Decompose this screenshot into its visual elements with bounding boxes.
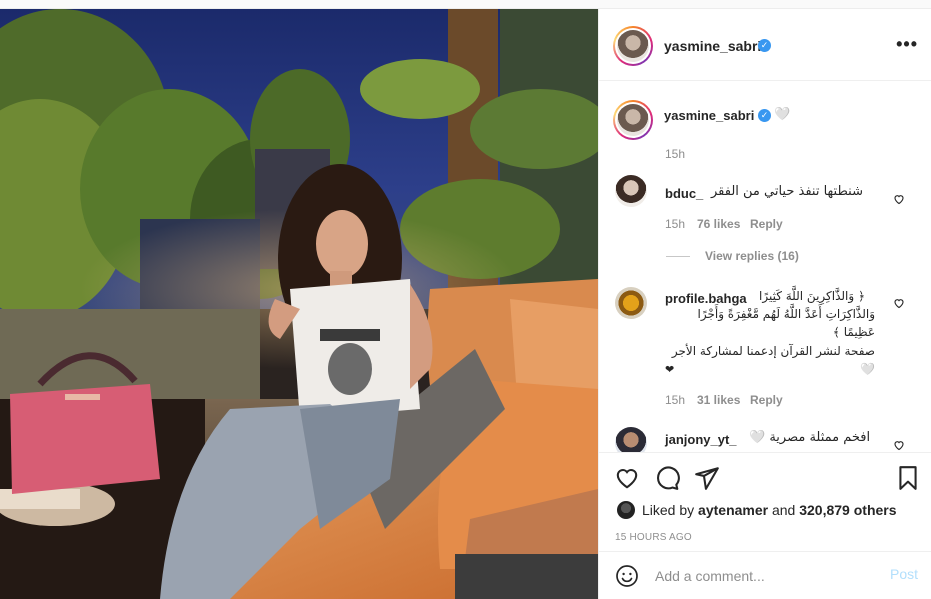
comment-text-line1: ﴿ وَالذَّاكِرِينَ اللَّهَ كَثِيرًا: [759, 289, 866, 303]
comment-text-line3: صفحة لنشر القرآن إدعمنا لمشاركة الأجر 🤍: [671, 344, 875, 376]
caption-username[interactable]: yasmine_sabri: [664, 108, 754, 123]
caption-text: 🤍: [774, 107, 791, 122]
comment-text-line2: وَالذَّاكِرَاتِ أَعَدَّ اللَّهُ لَهُم مَ…: [697, 307, 875, 339]
comment-input[interactable]: [655, 565, 875, 587]
likes-and: and: [771, 502, 796, 518]
photo-illustration: [0, 9, 598, 599]
post-actions: Liked by aytenamer and 320,879 others 15…: [599, 452, 931, 599]
post-side-panel: yasmine_sabri ✓ ••• yasmine_sabri ✓ 🤍 15…: [598, 9, 931, 599]
caption-avatar[interactable]: [613, 100, 653, 140]
post-photo[interactable]: [0, 9, 598, 599]
comment-text: شنطتها تنفذ حياتي من الفقر: [711, 184, 863, 199]
reply-button[interactable]: Reply: [750, 217, 783, 231]
comment-like-heart-icon[interactable]: [893, 439, 905, 451]
top-bar: [0, 0, 931, 9]
caption-time[interactable]: 15h: [665, 147, 685, 161]
author-avatar[interactable]: [613, 26, 653, 66]
heart-icon[interactable]: [614, 465, 640, 491]
commenter-avatar[interactable]: [615, 175, 647, 207]
post-header: yasmine_sabri ✓ •••: [599, 9, 931, 81]
share-icon[interactable]: [694, 465, 720, 491]
post-time-ago[interactable]: 15 HOURS AGO: [615, 532, 692, 543]
comment-username[interactable]: profile.bahga: [665, 291, 747, 306]
verified-badge-icon: ✓: [758, 109, 771, 122]
comment-time[interactable]: 15h: [665, 217, 685, 231]
comment-text: افخم ممثلة مصرية 🤍: [749, 430, 871, 445]
comment-time[interactable]: 15h: [665, 393, 685, 407]
liker-username[interactable]: aytenamer: [698, 502, 768, 518]
comment-username[interactable]: bduc_: [665, 186, 703, 201]
commenter-avatar[interactable]: [615, 427, 647, 452]
more-options-icon[interactable]: •••: [896, 35, 918, 53]
view-replies-line: [666, 256, 690, 257]
likes-prefix: Liked by: [642, 502, 695, 518]
view-replies-button[interactable]: View replies (16): [705, 249, 799, 263]
comment-likes[interactable]: 31 likes: [697, 393, 740, 407]
post-comment-button[interactable]: Post: [890, 566, 918, 582]
comment-icon[interactable]: [654, 465, 680, 491]
comment-like-heart-icon[interactable]: [893, 297, 905, 309]
comments-list: yasmine_sabri ✓ 🤍 15h bduc_ شنطتها تنفذ …: [599, 82, 931, 452]
bookmark-icon[interactable]: [895, 465, 921, 491]
comment-likes[interactable]: 76 likes: [697, 217, 740, 231]
verified-badge-icon: ✓: [758, 39, 771, 52]
reply-button[interactable]: Reply: [750, 393, 783, 407]
commenter-avatar[interactable]: [615, 287, 647, 319]
emoji-icon[interactable]: [615, 564, 639, 588]
author-username[interactable]: yasmine_sabri: [664, 38, 761, 54]
comment-username[interactable]: janjony_yt_: [665, 432, 737, 447]
liker-avatar[interactable]: [617, 501, 635, 519]
likes-text: Liked by aytenamer and 320,879 others: [642, 502, 897, 518]
add-comment-bar: Post: [599, 551, 931, 599]
likes-others-count[interactable]: 320,879 others: [799, 502, 896, 518]
comment-like-heart-icon[interactable]: [893, 193, 905, 205]
comment-text-line4: ❤: [665, 363, 675, 376]
instagram-post: yasmine_sabri ✓ ••• yasmine_sabri ✓ 🤍 15…: [0, 0, 931, 599]
